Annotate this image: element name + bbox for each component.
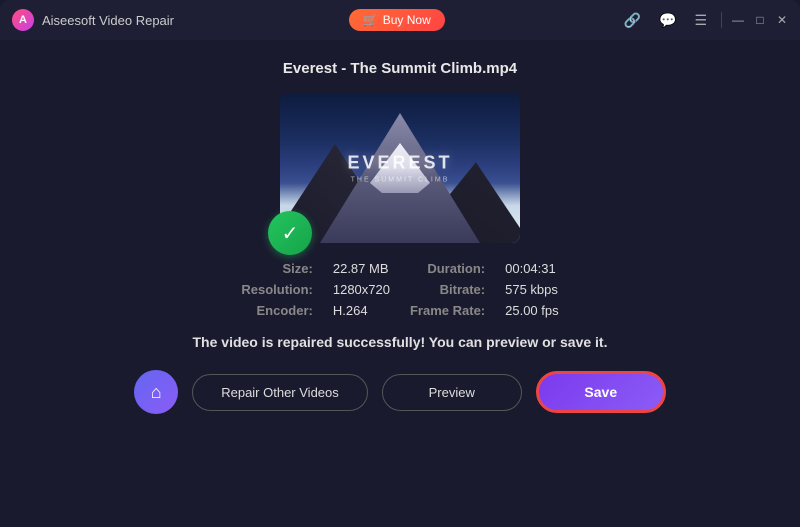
repair-other-button[interactable]: Repair Other Videos xyxy=(192,374,368,411)
bitrate-label: Bitrate: xyxy=(410,282,485,297)
home-icon: ⌂ xyxy=(151,382,162,403)
thumbnail-text-overlay: EVEREST THE SUMMIT CLIMB xyxy=(347,153,452,184)
duration-value: 00:04:31 xyxy=(505,261,559,276)
size-label: Size: xyxy=(241,261,313,276)
title-bar-right: 🔗 💬 ☰ — □ ✕ xyxy=(620,10,788,31)
file-info: Size: 22.87 MB Duration: 00:04:31 Resolu… xyxy=(241,261,558,318)
bitrate-value: 575 kbps xyxy=(505,282,559,297)
app-title: Aiseesoft Video Repair xyxy=(42,13,174,28)
success-badge: ✓ xyxy=(268,211,312,255)
size-value: 22.87 MB xyxy=(333,261,390,276)
buy-now-label: Buy Now xyxy=(383,13,431,27)
app-logo: A xyxy=(12,9,34,31)
minimize-button[interactable]: — xyxy=(732,14,744,26)
title-bar: A Aiseesoft Video Repair 🛒 Buy Now 🔗 💬 ☰… xyxy=(0,0,800,40)
main-content: Everest - The Summit Climb.mp4 EVEREST T… xyxy=(0,40,800,527)
success-message: The video is repaired successfully! You … xyxy=(193,334,608,350)
close-button[interactable]: ✕ xyxy=(776,14,788,26)
everest-title: EVEREST xyxy=(347,153,452,174)
preview-button[interactable]: Preview xyxy=(382,374,522,411)
resolution-value: 1280x720 xyxy=(333,282,390,297)
duration-label: Duration: xyxy=(410,261,485,276)
framerate-value: 25.00 fps xyxy=(505,303,559,318)
maximize-button[interactable]: □ xyxy=(754,14,766,26)
resolution-label: Resolution: xyxy=(241,282,313,297)
cart-icon: 🛒 xyxy=(363,13,378,27)
title-bar-center: 🛒 Buy Now xyxy=(349,9,445,31)
video-thumbnail-container: EVEREST THE SUMMIT CLIMB ✓ xyxy=(280,93,520,243)
framerate-label: Frame Rate: xyxy=(410,303,485,318)
thumbnail-background: EVEREST THE SUMMIT CLIMB xyxy=(280,93,520,243)
save-button[interactable]: Save xyxy=(536,371,666,413)
everest-subtitle: THE SUMMIT CLIMB xyxy=(347,177,452,184)
menu-icon[interactable]: ☰ xyxy=(690,10,711,31)
encoder-label: Encoder: xyxy=(241,303,313,318)
link-icon[interactable]: 🔗 xyxy=(620,10,645,31)
title-bar-left: A Aiseesoft Video Repair xyxy=(12,9,174,31)
video-title: Everest - The Summit Climb.mp4 xyxy=(283,60,517,77)
divider xyxy=(721,12,722,28)
chat-icon[interactable]: 💬 xyxy=(655,10,680,31)
video-thumbnail: EVEREST THE SUMMIT CLIMB xyxy=(280,93,520,243)
home-button[interactable]: ⌂ xyxy=(134,370,178,414)
encoder-value: H.264 xyxy=(333,303,390,318)
action-buttons: ⌂ Repair Other Videos Preview Save xyxy=(134,370,666,414)
logo-letter: A xyxy=(19,14,27,26)
buy-now-button[interactable]: 🛒 Buy Now xyxy=(349,9,445,31)
